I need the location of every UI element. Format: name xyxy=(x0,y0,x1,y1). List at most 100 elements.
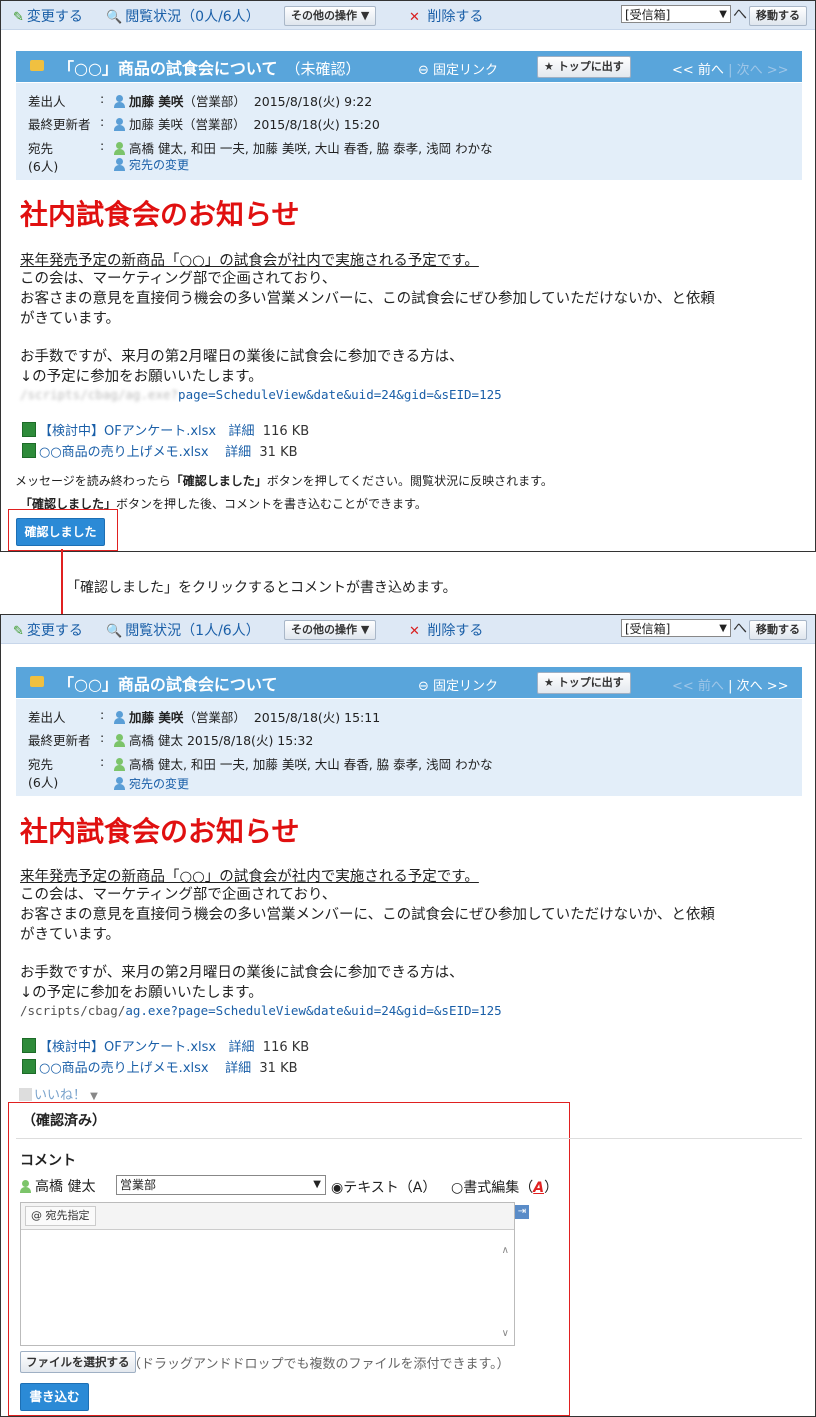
body-line: がきています。 xyxy=(20,927,121,943)
link-icon: ⊖ xyxy=(418,63,434,78)
unconfirmed-status: （未確認） xyxy=(285,60,361,78)
next-link: 次へ >> xyxy=(736,63,789,78)
comment-heading: コメント xyxy=(20,1153,76,1169)
link-icon: ⊖ xyxy=(418,679,434,694)
confirmed-status: （確認済み） xyxy=(22,1113,106,1129)
radio-text-mode[interactable]: ◉テキスト（A） xyxy=(331,1177,436,1197)
edit-link[interactable]: ✎ 変更する xyxy=(13,620,83,640)
delete-link[interactable]: ✕ 削除する xyxy=(409,620,483,640)
excel-file-icon xyxy=(22,1038,36,1053)
change-recipients-link[interactable]: 宛先の変更 xyxy=(129,158,189,172)
scroll-up-icon[interactable]: ∧ xyxy=(502,1245,509,1256)
move-button[interactable]: 移動する xyxy=(749,620,807,640)
message-icon xyxy=(30,676,44,687)
message-nav: << 前へ | 次へ >> xyxy=(672,679,789,694)
scroll-down-icon[interactable]: ∨ xyxy=(502,1328,509,1339)
user-icon xyxy=(114,734,125,747)
attachment-detail-link[interactable]: 詳細 xyxy=(225,445,251,460)
confirm-button-highlight xyxy=(8,509,118,551)
folder-select[interactable]: [受信箱] ▼ xyxy=(621,5,731,23)
attachment-row: ○○商品の売り上げメモ.xlsx 詳細 31 KB xyxy=(22,1057,298,1076)
magnifier-icon: 🔍 xyxy=(106,624,123,639)
schedule-link[interactable]: page=ScheduleView&date&uid=24&gid=&sEID=… xyxy=(178,387,502,402)
body-line: ↓の予定に参加をお願いいたします。 xyxy=(20,985,263,1001)
move-to-top-button[interactable]: ★ トップに出す xyxy=(537,672,631,694)
body-line: お客さまの意見を直接伺う機会の多い営業メンバーに、この試食会にぜひ参加していただ… xyxy=(20,907,715,923)
prev-link: << 前へ xyxy=(672,679,724,694)
message-meta: 差出人: 加藤 美咲（営業部） 2015/8/18(火) 9:22 最終更新者:… xyxy=(16,83,802,180)
chevron-down-icon: ▼ xyxy=(313,1179,321,1190)
radio-selected-icon: ◉ xyxy=(331,1180,344,1196)
editor-toolbar: @ 宛先指定 xyxy=(21,1203,514,1230)
chevron-down-icon: ▼ xyxy=(719,623,727,634)
confirm-instruction: メッセージを読み終わったら「確認しました」ボタンを押してください。閲覧状況に反映… xyxy=(15,474,553,488)
chevron-down-icon: ▼ xyxy=(719,9,727,20)
body-line: 来年発売予定の新商品「○○」の試食会が社内で実施される予定です。 xyxy=(20,869,479,885)
attachment-link[interactable]: 【検討中】OFアンケート.xlsx xyxy=(39,424,216,439)
comment-editor[interactable]: @ 宛先指定 ∧ ∨ xyxy=(20,1202,515,1346)
message-title: 「○○」商品の試食会について （未確認） xyxy=(58,59,361,78)
other-operations-button[interactable]: その他の操作 ▼ xyxy=(284,620,377,640)
user-icon xyxy=(20,1180,31,1193)
body-line: お手数ですが、来月の第2月曜日の業後に試食会に参加できる方は、 xyxy=(20,965,464,981)
star-icon: ★ xyxy=(544,60,554,73)
body-line: この会は、マーケティング部で企画されており、 xyxy=(20,887,337,903)
message-panel-before: ✎ 変更する 🔍 閲覧状況（0人/6人） その他の操作 ▼ ✕ 削除する [受信箱]… xyxy=(0,0,816,552)
chevron-down-icon: ▼ xyxy=(90,1091,98,1102)
move-arrow-icon: へ xyxy=(733,7,747,23)
change-recipients-link[interactable]: 宛先の変更 xyxy=(129,777,189,791)
dropdown-arrow-icon: ▼ xyxy=(360,623,370,636)
move-button[interactable]: 移動する xyxy=(749,6,807,26)
attachment-detail-link[interactable]: 詳細 xyxy=(225,1061,251,1076)
permalink[interactable]: ⊖ 固定リンク xyxy=(418,59,498,78)
move-arrow-icon: へ xyxy=(733,621,747,637)
message-meta: 差出人: 加藤 美咲（営業部） 2015/8/18(火) 15:11 最終更新者… xyxy=(16,699,802,796)
department-select[interactable]: 営業部 ▼ xyxy=(116,1175,326,1195)
permalink[interactable]: ⊖ 固定リンク xyxy=(418,675,498,694)
folder-select[interactable]: [受信箱] ▼ xyxy=(621,619,731,637)
body-line: お手数ですが、来月の第2月曜日の業後に試食会に参加できる方は、 xyxy=(20,349,464,365)
prev-link[interactable]: << 前へ xyxy=(672,63,724,78)
headline: 社内試食会のお知らせ xyxy=(20,198,300,231)
excel-file-icon xyxy=(22,1059,36,1074)
attachment-link[interactable]: 【検討中】OFアンケート.xlsx xyxy=(39,1040,216,1055)
read-status-link[interactable]: 🔍 閲覧状況（0人/6人） xyxy=(106,6,260,26)
like-button[interactable]: いいね！ ▼ xyxy=(19,1084,98,1103)
attachment-row: ○○商品の売り上げメモ.xlsx 詳細 31 KB xyxy=(22,441,298,460)
excel-file-icon xyxy=(22,422,36,437)
schedule-link[interactable]: ag.exe?page=ScheduleView&date&uid=24&gid… xyxy=(125,1003,501,1018)
edit-link[interactable]: ✎ 変更する xyxy=(13,6,83,26)
recipients: 高橋 健太, 和田 一夫, 加藤 美咲, 大山 春香, 脇 泰孝, 浅岡 わかな xyxy=(129,757,493,772)
schedule-url: /scripts/cbag/ag.exe?page=ScheduleView&d… xyxy=(20,1003,502,1018)
radio-unselected-icon: ○ xyxy=(451,1180,464,1196)
delete-link[interactable]: ✕ 削除する xyxy=(409,6,483,26)
dropdown-arrow-icon: ▼ xyxy=(360,9,370,22)
body-line: 来年発売予定の新商品「○○」の試食会が社内で実施される予定です。 xyxy=(20,253,479,269)
pencil-icon: ✎ xyxy=(13,624,24,639)
message-title-bar: 「○○」商品の試食会について （未確認） ⊖ 固定リンク ★ トップに出す << … xyxy=(16,51,802,82)
delete-icon: ✕ xyxy=(409,10,420,25)
user-icon xyxy=(114,711,125,724)
radio-rich-mode[interactable]: ○書式編集（A） xyxy=(451,1177,558,1197)
attachment-detail-link[interactable]: 詳細 xyxy=(229,1040,255,1055)
expand-editor-icon[interactable]: ⇥ xyxy=(515,1205,529,1219)
drag-drop-note: （ドラッグアンドドロップでも複数のファイルを添付できます。） xyxy=(128,1357,510,1372)
toolbar: ✎ 変更する 🔍 閲覧状況（1人/6人） その他の操作 ▼ ✕ 削除する [受信箱]… xyxy=(1,615,815,644)
attachment-link[interactable]: ○○商品の売り上げメモ.xlsx xyxy=(39,1061,209,1076)
attachment-link[interactable]: ○○商品の売り上げメモ.xlsx xyxy=(39,445,209,460)
attachment-detail-link[interactable]: 詳細 xyxy=(229,424,255,439)
excel-file-icon xyxy=(22,443,36,458)
sender-name: 加藤 美咲 xyxy=(129,94,184,109)
annotation-caption: 「確認しました」をクリックするとコメントが書き込めます。 xyxy=(66,580,457,596)
user-icon xyxy=(114,142,125,155)
select-file-button[interactable]: ファイルを選択する xyxy=(20,1351,136,1373)
move-to-top-button[interactable]: ★ トップに出す xyxy=(537,56,631,78)
user-icon xyxy=(114,758,125,771)
read-status-link[interactable]: 🔍 閲覧状況（1人/6人） xyxy=(106,620,260,640)
next-link[interactable]: 次へ >> xyxy=(737,679,789,694)
sender-name: 加藤 美咲 xyxy=(129,710,184,725)
attachment-row: 【検討中】OFアンケート.xlsx 詳細 116 KB xyxy=(22,420,309,439)
post-comment-button[interactable]: 書き込む xyxy=(20,1383,89,1411)
mention-button[interactable]: @ 宛先指定 xyxy=(25,1206,96,1226)
other-operations-button[interactable]: その他の操作 ▼ xyxy=(284,6,377,26)
